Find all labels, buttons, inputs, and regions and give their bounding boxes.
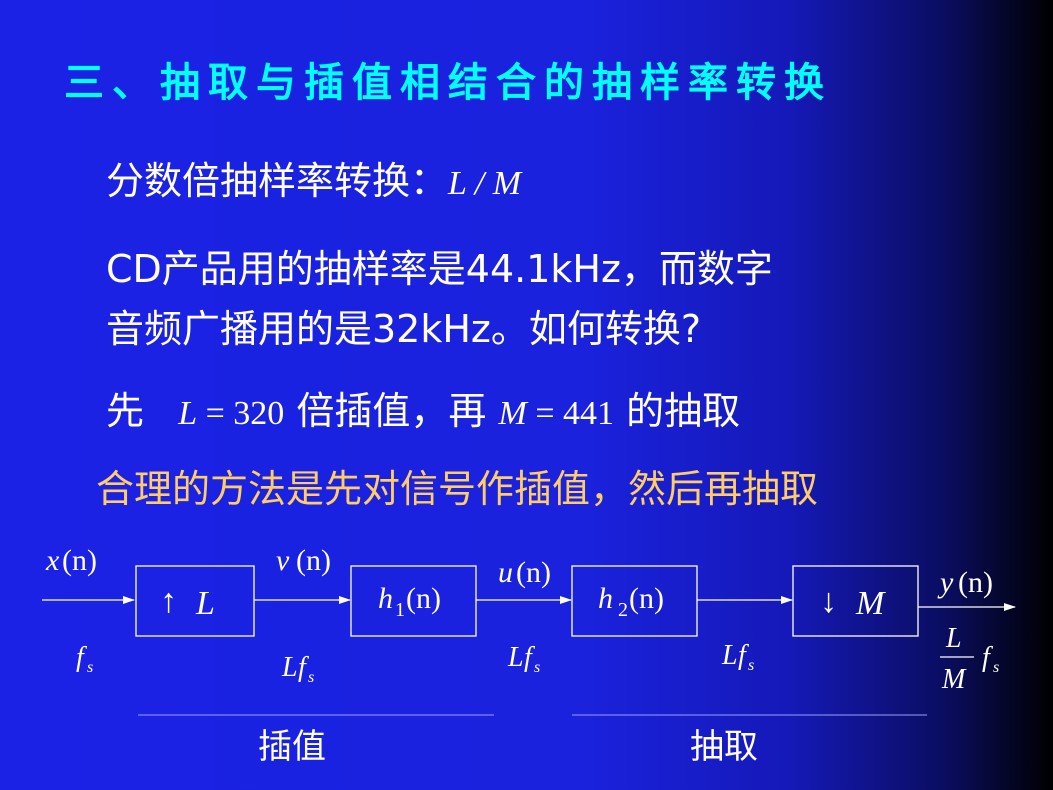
h1-arg: (n) — [406, 582, 441, 615]
svg-text:(n): (n) — [958, 566, 993, 599]
decim-group-label: 抽取 — [690, 727, 758, 767]
mid-text: 倍插值，再 — [296, 389, 487, 433]
upsampler-factor: L — [195, 585, 215, 622]
rate-lfs-2-label: L f s — [507, 642, 540, 676]
down-arrow-icon: ↓ — [820, 583, 837, 620]
L-variable: L — [178, 395, 198, 432]
svg-text:x: x — [45, 544, 60, 577]
svg-text:f: f — [76, 642, 87, 673]
h2-filter-block: h 2 (n) — [571, 565, 698, 637]
h2-var: h — [598, 582, 613, 615]
M-equation: = 441 — [526, 395, 615, 432]
rate-fs-label: f s — [76, 642, 93, 676]
svg-text:(n): (n) — [296, 544, 331, 577]
svg-text:y: y — [937, 566, 954, 599]
conversion-line: 先 L = 320 倍插值，再 M = 441 的抽取 — [106, 380, 740, 435]
cd-line-1: CD产品用的抽样率是44.1kHz，而数字 — [106, 247, 773, 291]
h1-var: h — [378, 582, 393, 615]
svg-text:L: L — [721, 640, 738, 671]
system-diagram: ↑ L h 1 (n) h 2 (n) ↓ M x (n) v (n) u (n… — [42, 544, 1016, 767]
svg-text:(n): (n) — [62, 544, 97, 577]
svg-text:u: u — [498, 556, 513, 589]
svg-text:M: M — [941, 664, 967, 695]
page-title: 三、抽取与插值相结合的抽样率转换 — [64, 60, 832, 106]
signal-u-label: u (n) — [498, 556, 551, 589]
rate-lfs-1-label: L f s — [281, 652, 314, 686]
h2-sub: 2 — [618, 599, 628, 621]
svg-text:(n): (n) — [516, 556, 551, 589]
h2-arg: (n) — [629, 582, 664, 615]
svg-text:s: s — [534, 659, 540, 676]
upsampler-block: ↑ L — [135, 565, 255, 637]
fraction-formula: L / M — [448, 165, 522, 202]
svg-text:v: v — [276, 544, 290, 577]
downsampler-block: ↓ M — [792, 565, 919, 637]
downsampler-factor: M — [855, 585, 886, 622]
highlight-line: 合理的方法是先对信号作插值，然后再抽取 — [96, 467, 819, 511]
fraction-label: 分数倍抽样率转换： — [106, 159, 449, 203]
svg-text:s: s — [87, 659, 93, 676]
rate-lfs-3-label: L f s — [721, 640, 754, 674]
up-arrow-icon: ↑ — [160, 583, 177, 620]
signal-x-label: x (n) — [45, 544, 97, 577]
svg-text:f: f — [982, 642, 993, 673]
fraction-line: 分数倍抽样率转换：L / M — [106, 150, 521, 205]
cd-line-2: 音频广播用的是32kHz。如何转换? — [106, 307, 702, 351]
svg-text:s: s — [308, 669, 314, 686]
signal-y-label: y (n) — [937, 566, 993, 599]
rate-out-label: L M f s — [940, 623, 999, 695]
svg-text:s: s — [748, 657, 754, 674]
end-text: 的抽取 — [626, 389, 741, 433]
interp-group-label: 插值 — [258, 727, 326, 767]
svg-text:s: s — [993, 659, 999, 676]
svg-text:L: L — [945, 623, 962, 654]
h1-filter-block: h 1 (n) — [350, 565, 477, 637]
signal-v-label: v (n) — [276, 544, 331, 577]
svg-text:L: L — [507, 642, 524, 673]
h1-sub: 1 — [395, 599, 405, 621]
M-variable: M — [498, 395, 527, 432]
first-prefix: 先 — [106, 389, 145, 433]
svg-text:L: L — [281, 652, 298, 683]
L-equation: = 320 — [197, 395, 285, 432]
